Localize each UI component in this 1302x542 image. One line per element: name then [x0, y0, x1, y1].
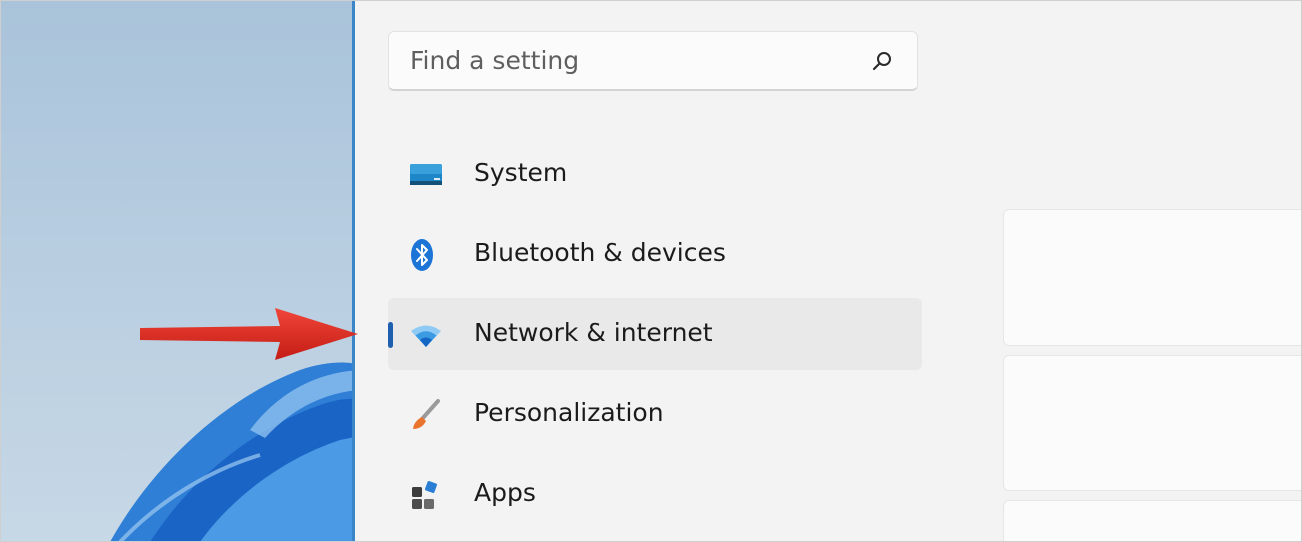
apps-icon: [412, 481, 437, 509]
sidebar-item-label: Bluetooth & devices: [474, 238, 726, 267]
sidebar-item-network-internet[interactable]: Network & internet: [388, 298, 922, 370]
paintbrush-icon: [413, 399, 440, 429]
search-icon[interactable]: [871, 50, 893, 72]
screenshot-frame: System Bluetooth & devices Network & int…: [0, 0, 1302, 542]
sidebar-item-bluetooth-devices[interactable]: Bluetooth & devices: [388, 218, 922, 290]
selection-indicator: [388, 322, 393, 348]
sidebar-item-label: Personalization: [474, 398, 664, 427]
monitor-icon: [410, 164, 442, 185]
sidebar-nav: System Bluetooth & devices Network & int…: [388, 138, 922, 538]
bluetooth-icon: [411, 239, 433, 271]
annotation-arrow-icon: [140, 308, 358, 360]
content-card[interactable]: [1003, 500, 1302, 542]
content-card[interactable]: [1003, 355, 1302, 491]
sidebar-item-system[interactable]: System: [388, 138, 922, 210]
sidebar-item-apps[interactable]: Apps: [388, 458, 922, 530]
search-input[interactable]: [408, 39, 852, 82]
sidebar-item-personalization[interactable]: Personalization: [388, 378, 922, 450]
wifi-icon: [411, 325, 441, 347]
sidebar-item-label: System: [474, 158, 568, 187]
sidebar-item-label: Network & internet: [474, 318, 713, 347]
sidebar-item-label: Apps: [474, 478, 536, 507]
desktop-wallpaper: [0, 0, 360, 542]
search-box[interactable]: [388, 31, 918, 91]
wallpaper-bloom-image: [110, 362, 360, 542]
content-card[interactable]: [1003, 209, 1302, 346]
settings-window: System Bluetooth & devices Network & int…: [355, 0, 1302, 542]
